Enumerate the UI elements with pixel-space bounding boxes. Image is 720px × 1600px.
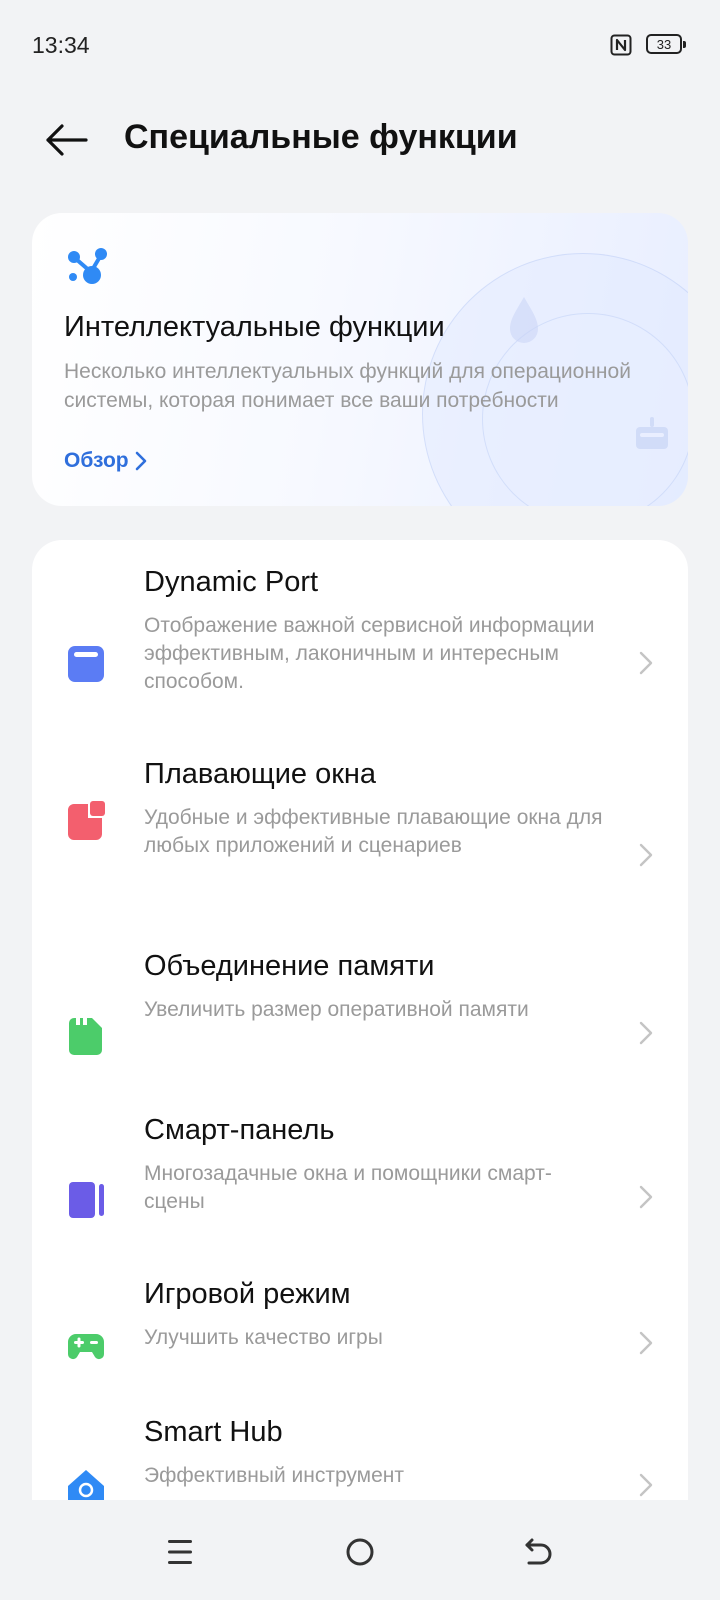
sidebar-panel-icon [69, 1182, 104, 1218]
item-title: Объединение памяти [144, 950, 435, 982]
navigation-bar [0, 1500, 720, 1600]
item-title: Плавающие окна [144, 758, 377, 790]
item-title: Dynamic Port [144, 566, 319, 598]
chevron-right-icon [639, 1473, 653, 1497]
item-description: Эффективный инструмент [144, 1464, 404, 1487]
item-description: Отображение важной сервисной информации … [144, 614, 595, 693]
card-description: Несколько интеллектуальных функций для о… [64, 360, 631, 412]
nfc-icon [610, 34, 632, 56]
floating-window-icon [68, 801, 105, 840]
battery-icon: 33 [646, 34, 686, 54]
window-icon [68, 646, 104, 682]
item-title: Смарт-панель [144, 1114, 335, 1146]
item-description: Улучшить качество игры [144, 1326, 383, 1349]
settings-list: Dynamic Port Отображение важной сервисно… [32, 540, 688, 1500]
status-time: 13:34 [32, 32, 90, 58]
back-nav-button[interactable] [516, 1530, 560, 1574]
smart-network-icon [68, 248, 107, 284]
home-button[interactable] [338, 1530, 382, 1574]
page-title: Специальные функции [124, 118, 518, 156]
chevron-right-icon [639, 1021, 653, 1045]
item-description: Удобные и эффективные плавающие окна для… [144, 806, 603, 857]
list-item-smart-hub[interactable]: Smart Hub Эффективный инструмент [32, 1416, 688, 1500]
decorative-cake-icon [636, 417, 668, 449]
card-title: Интеллектуальные функции [64, 311, 445, 343]
chevron-right-icon [639, 843, 653, 867]
smart-hub-icon [68, 1470, 104, 1500]
status-bar: 13:34 33 [0, 0, 720, 90]
overview-link-label: Обзор [64, 449, 129, 472]
battery-level: 33 [656, 36, 672, 52]
home-circle-icon [346, 1538, 374, 1566]
item-description: Увеличить размер оперативной памяти [144, 998, 529, 1021]
decorative-drop-icon [510, 297, 538, 343]
chevron-right-icon [639, 651, 653, 675]
recent-apps-button[interactable] [158, 1530, 202, 1574]
list-item-smart-panel[interactable]: Смарт-панель Многозадачные окна и помощн… [32, 1114, 688, 1254]
list-item-memory-expansion[interactable]: Объединение памяти Увеличить размер опер… [32, 950, 688, 1090]
smart-features-card[interactable]: Интеллектуальные функции Несколько интел… [32, 213, 688, 506]
chevron-right-icon [135, 451, 146, 471]
item-title: Smart Hub [144, 1416, 283, 1448]
item-title: Игровой режим [144, 1278, 351, 1310]
back-arrow-icon [525, 1538, 552, 1565]
item-description: Многозадачные окна и помощники смарт-сце… [144, 1162, 552, 1213]
menu-icon [168, 1540, 192, 1564]
chevron-right-icon [639, 1185, 653, 1209]
list-item-dynamic-port[interactable]: Dynamic Port Отображение важной сервисно… [32, 566, 688, 736]
list-item-game-mode[interactable]: Игровой режим Улучшить качество игры [32, 1278, 688, 1388]
gamepad-icon [68, 1334, 104, 1359]
chevron-right-icon [639, 1331, 653, 1355]
memory-card-icon [69, 1018, 102, 1055]
header: Специальные функции [0, 100, 720, 180]
overview-link[interactable]: Обзор [64, 449, 147, 473]
back-button[interactable] [38, 114, 94, 166]
list-item-floating-windows[interactable]: Плавающие окна Удобные и эффективные пла… [32, 758, 688, 928]
arrow-left-icon [46, 124, 88, 156]
